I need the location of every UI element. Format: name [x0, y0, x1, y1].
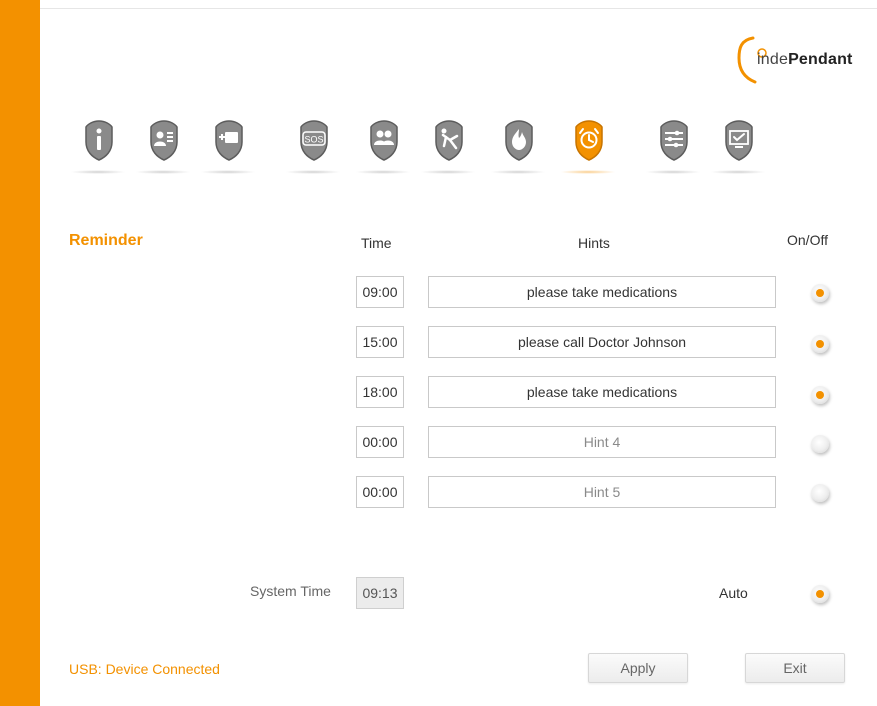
auto-toggle[interactable]: [811, 585, 829, 603]
system-time-label: System Time: [250, 583, 331, 599]
tab-contacts[interactable]: [355, 112, 411, 178]
tab-info[interactable]: [70, 112, 126, 178]
tab-fall-detection[interactable]: [420, 112, 476, 178]
reminder-toggle-3[interactable]: [811, 386, 829, 404]
fire-icon: [505, 120, 533, 161]
exit-button[interactable]: Exit: [745, 653, 845, 683]
sliders-icon: [660, 120, 688, 161]
usb-status: USB: Device Connected: [69, 661, 220, 677]
tab-power[interactable]: [200, 112, 256, 178]
time-column-header: Time: [361, 235, 392, 251]
reminder-toggle-4[interactable]: [811, 435, 829, 453]
reminder-time-2[interactable]: 15:00: [356, 326, 404, 358]
tab-bar: SOS: [60, 112, 860, 182]
reminder-hint-4[interactable]: Hint 4: [428, 426, 776, 458]
brand-logo-text: indePendant: [757, 51, 853, 68]
reminder-time-3[interactable]: 18:00: [356, 376, 404, 408]
brand-logo: indePendant: [735, 34, 877, 86]
tab-settings[interactable]: [645, 112, 701, 178]
monitor-check-icon: [725, 120, 753, 161]
info-icon: [85, 120, 113, 161]
reminder-hint-5[interactable]: Hint 5: [428, 476, 776, 508]
apply-button[interactable]: Apply: [588, 653, 688, 683]
battery-plug-icon: [215, 120, 243, 161]
reminder-toggle-5[interactable]: [811, 484, 829, 502]
reminder-time-1[interactable]: 09:00: [356, 276, 404, 308]
accent-sidebar: [0, 0, 40, 706]
reminder-toggle-1[interactable]: [811, 284, 829, 302]
auto-label: Auto: [719, 585, 748, 601]
system-time-value: 09:13: [356, 577, 404, 609]
reminder-toggle-2[interactable]: [811, 335, 829, 353]
user-card-icon: [150, 120, 178, 161]
tab-display[interactable]: [710, 112, 766, 178]
reminder-time-5[interactable]: 00:00: [356, 476, 404, 508]
section-title: Reminder: [69, 232, 143, 249]
reminder-hint-3[interactable]: please take medications: [428, 376, 776, 408]
reminder-hint-1[interactable]: please take medications: [428, 276, 776, 308]
alarm-clock-icon: [575, 120, 603, 161]
tab-sos[interactable]: SOS: [285, 112, 341, 178]
contacts-icon: [370, 120, 398, 161]
reminder-time-4[interactable]: 00:00: [356, 426, 404, 458]
top-divider: [40, 8, 877, 9]
sos-icon: SOS: [300, 120, 328, 161]
hints-column-header: Hints: [578, 235, 610, 251]
fall-detection-icon: [435, 120, 463, 161]
svg-text:SOS: SOS: [304, 135, 323, 145]
reminder-hint-2[interactable]: please call Doctor Johnson: [428, 326, 776, 358]
tab-reminder[interactable]: [560, 112, 616, 178]
onoff-column-header: On/Off: [787, 232, 828, 248]
tab-user-profile[interactable]: [135, 112, 191, 178]
tab-fire[interactable]: [490, 112, 546, 178]
